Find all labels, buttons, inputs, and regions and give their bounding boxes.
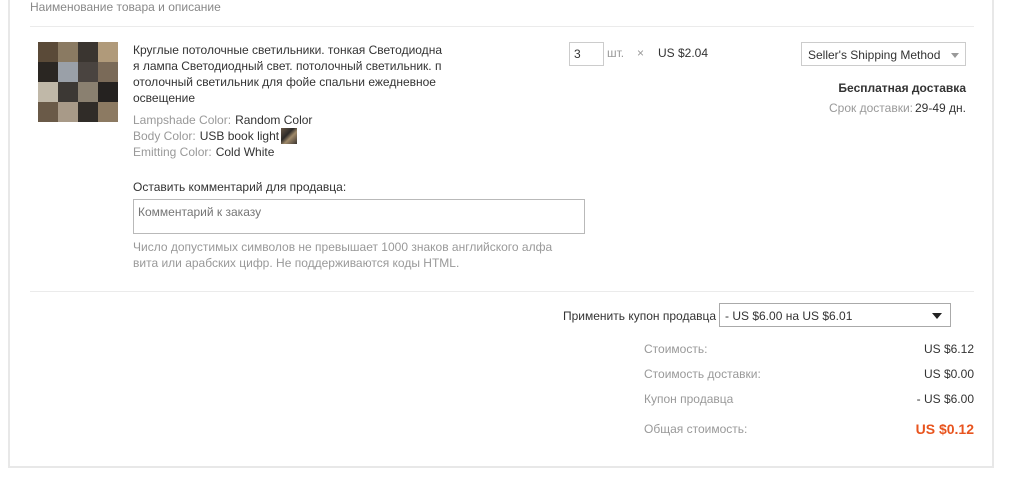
shipping-method-select[interactable]: Seller's Shipping Method <box>801 42 966 66</box>
comment-note: Число допустимых символов не превышает 1… <box>133 240 553 270</box>
shipping-cost-label: Стоимость доставки: <box>644 367 761 381</box>
chevron-down-icon <box>932 313 942 319</box>
cost-value: US $6.12 <box>923 342 974 356</box>
coupon-discount-label: Купон продавца <box>644 392 734 406</box>
multiply-sign: × <box>637 46 645 60</box>
property-row: Body Color: USB book light <box>133 128 312 144</box>
property-value: Cold White <box>215 145 275 159</box>
coupon-label: Применить купон продавца <box>563 309 717 323</box>
chevron-down-icon <box>951 53 959 58</box>
delivery-time: Срок доставки: 29-49 дн. <box>829 101 966 115</box>
product-thumbnail[interactable] <box>38 42 118 122</box>
property-value: USB book light <box>199 129 280 143</box>
quantity-input[interactable] <box>569 42 604 66</box>
property-value: Random Color <box>235 113 313 127</box>
property-key: Emitting Color: <box>133 145 212 159</box>
section-header: Наименование товара и описание <box>30 0 221 14</box>
property-key: Body Color: <box>133 129 196 143</box>
divider-middle <box>30 291 974 292</box>
property-key: Lampshade Color: <box>133 113 232 127</box>
coupon-discount-value: - US $6.00 <box>916 392 974 406</box>
coupon-select[interactable]: - US $6.00 на US $6.01 <box>719 303 951 327</box>
divider-top <box>30 26 974 27</box>
cost-label: Стоимость: <box>644 342 708 356</box>
product-properties: Lampshade Color: Random Color Body Color:… <box>133 112 312 160</box>
comment-label: Оставить комментарий для продавца: <box>133 180 347 194</box>
shipping-method-value: Seller's Shipping Method <box>808 48 941 62</box>
coupon-value: - US $6.00 на US $6.01 <box>725 309 853 323</box>
property-row: Emitting Color: Cold White <box>133 144 312 160</box>
delivery-value: 29-49 дн. <box>915 101 966 115</box>
shipping-cost-value: US $0.00 <box>923 367 974 381</box>
variant-thumbnail <box>281 128 298 144</box>
delivery-label: Срок доставки: <box>829 101 913 115</box>
unit-price: US $2.04 <box>658 46 709 60</box>
total-label: Общая стоимость: <box>644 422 748 436</box>
quantity-unit: шт. <box>607 46 625 60</box>
free-shipping-label: Бесплатная доставка <box>838 81 966 95</box>
product-title[interactable]: Круглые потолочные светильники. тонкая С… <box>133 42 443 106</box>
comment-input[interactable] <box>133 199 585 234</box>
property-row: Lampshade Color: Random Color <box>133 112 312 128</box>
total-value: US $0.12 <box>915 421 974 437</box>
